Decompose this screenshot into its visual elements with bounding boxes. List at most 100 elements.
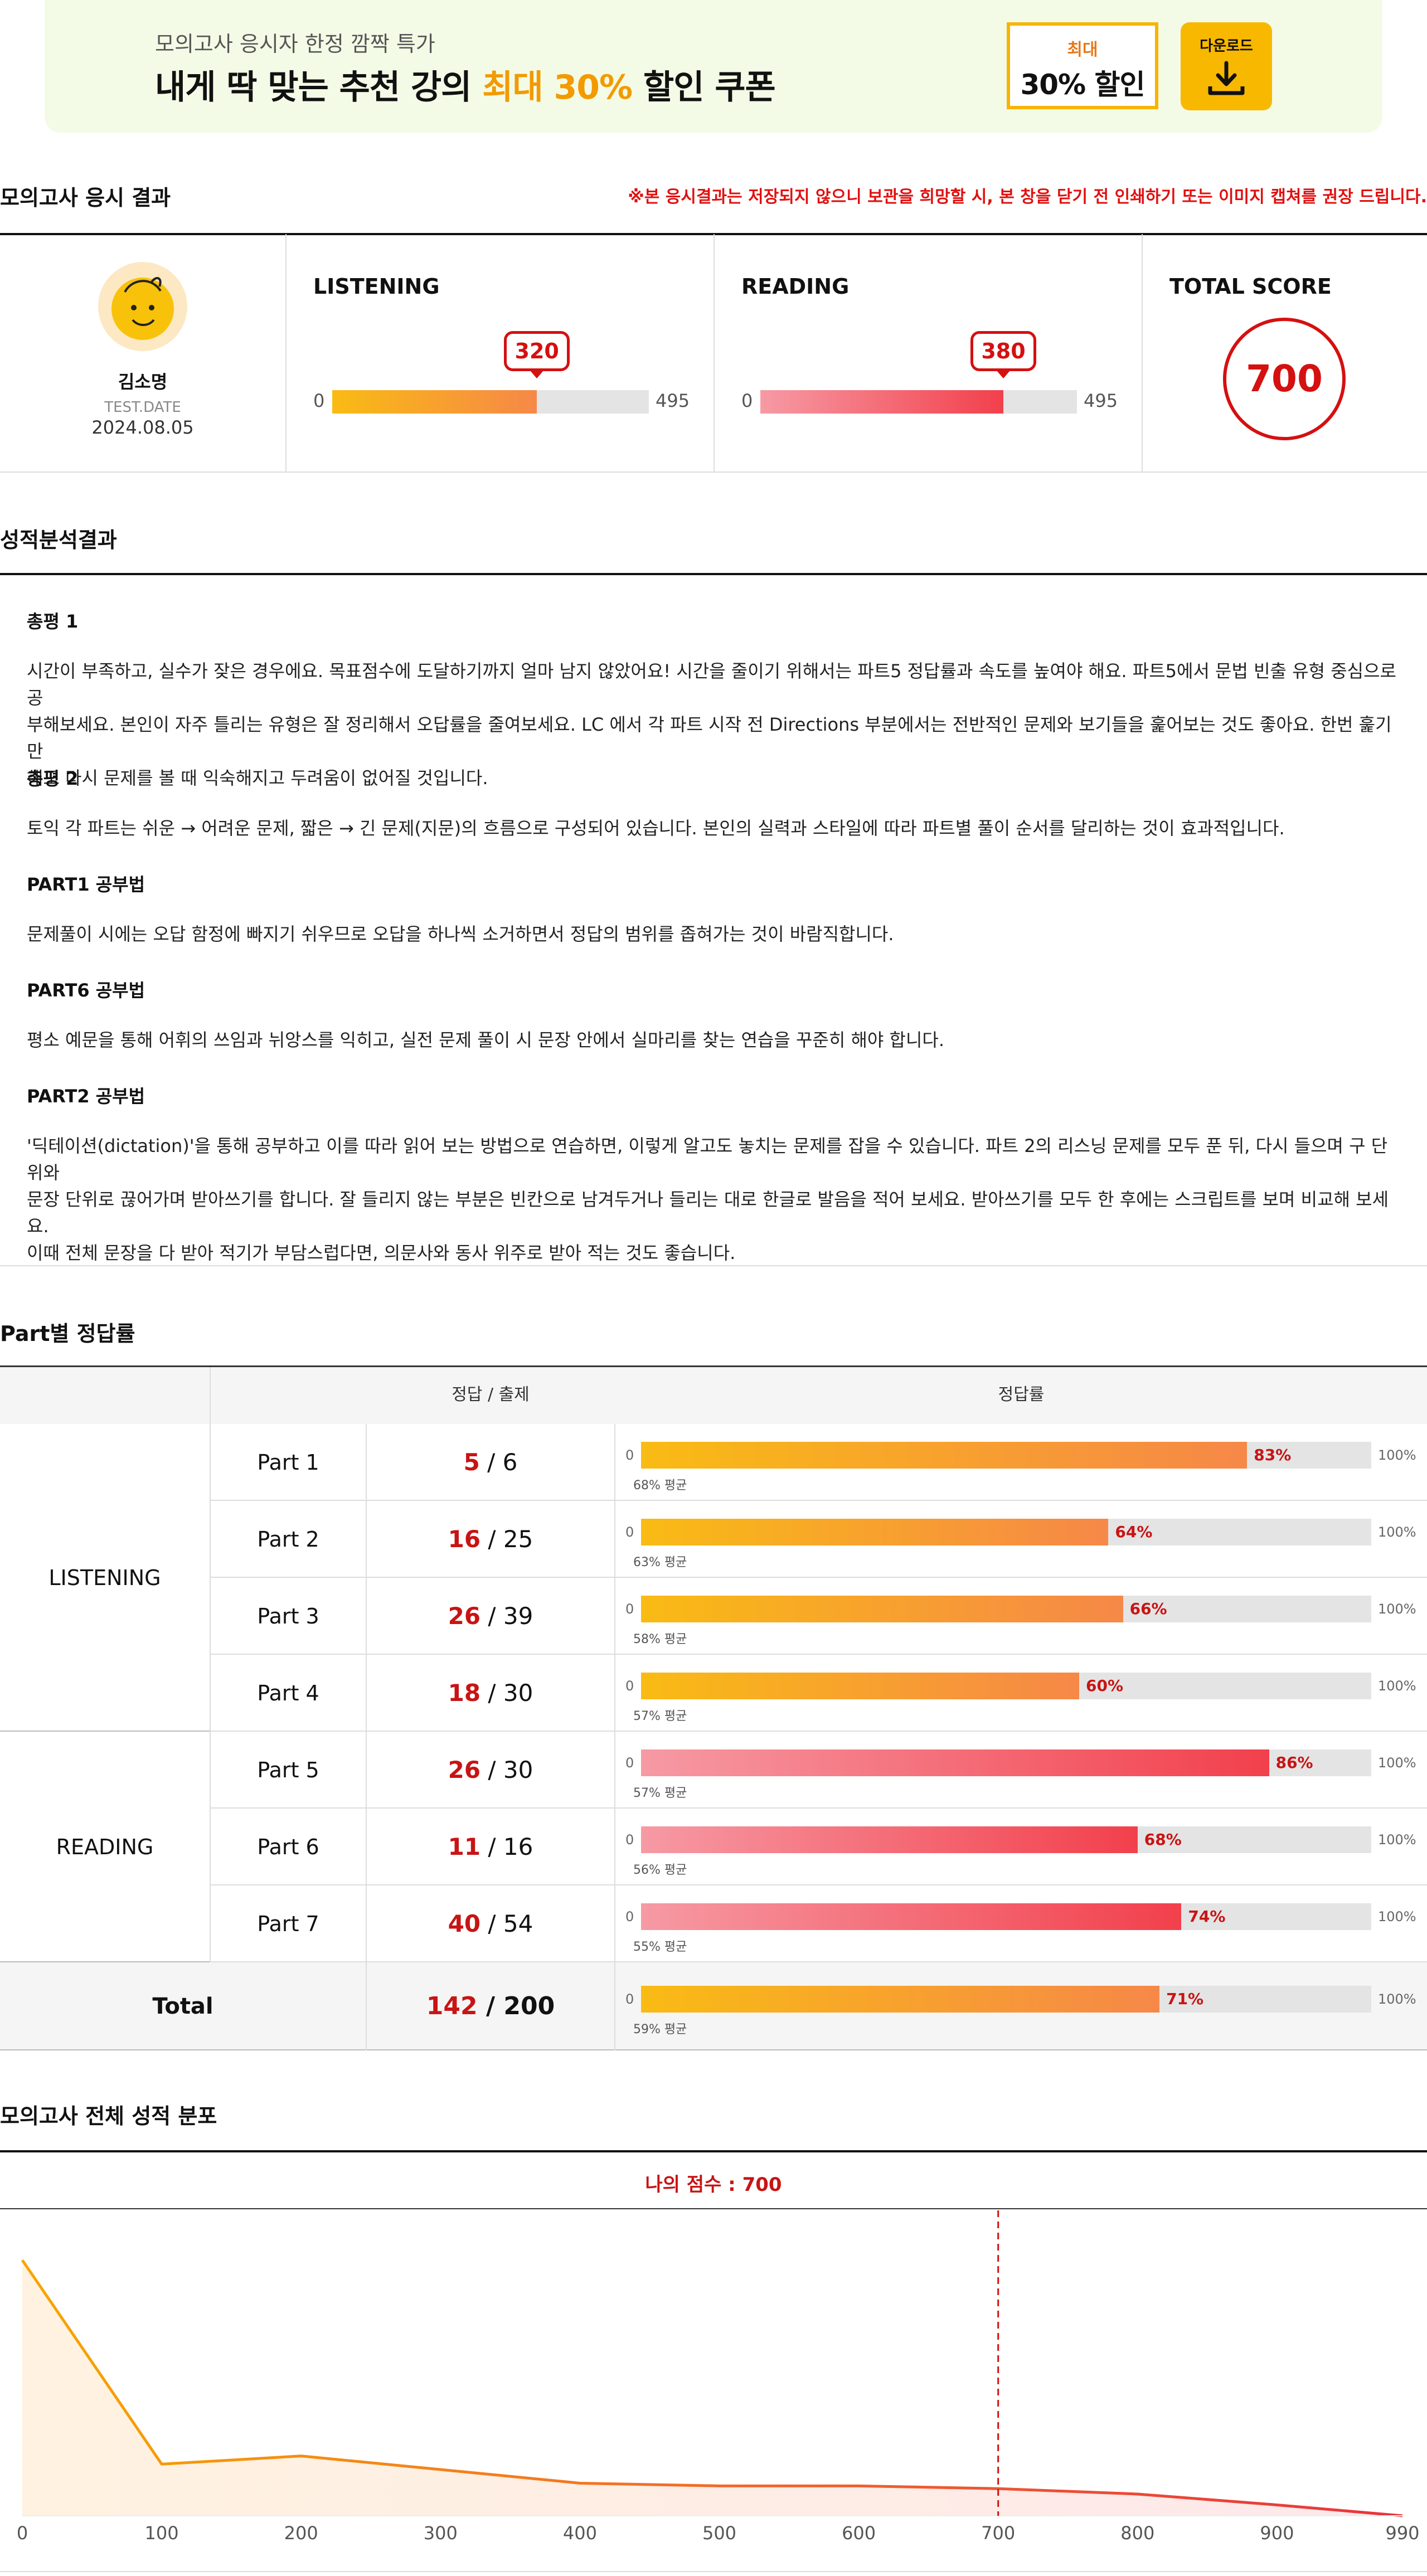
- download-button[interactable]: 다운로드: [1181, 22, 1272, 110]
- part-name: Part 7: [210, 1885, 366, 1962]
- rate-label: 74%: [1188, 1907, 1226, 1926]
- save-notice: ※본 응시결과는 저장되지 않으니 보관을 희망할 시, 본 창을 닫기 전 인…: [628, 187, 1427, 207]
- correct-count: 16 / 25: [366, 1501, 615, 1578]
- x-tick-label: 0: [17, 2522, 28, 2544]
- rate-bar-fill: [641, 1442, 1248, 1469]
- part-name: Part 2: [210, 1501, 366, 1578]
- my-score-label: 나의 점수 : 700: [645, 2174, 782, 2196]
- correct-count: 40 / 54: [366, 1885, 615, 1962]
- x-tick-label: 600: [842, 2522, 876, 2544]
- banner-title: 내게 딱 맞는 추천 강의 최대 30% 할인 쿠폰: [155, 68, 776, 107]
- result-title: 모의고사 응시 결과: [0, 186, 171, 210]
- distribution-area: [22, 2260, 1402, 2516]
- correct-count: 5 / 6: [366, 1424, 615, 1501]
- rate-label: 83%: [1254, 1446, 1292, 1464]
- analysis-heading: PART2 공부법: [27, 1086, 145, 1107]
- avatar: [98, 262, 187, 351]
- bar-min-label: 0: [625, 1447, 634, 1463]
- distribution-chart: 0 100 200 300 400 500 600 700 800 900 990: [0, 2210, 1427, 2572]
- bar-max-label: 100%: [1378, 1991, 1416, 2007]
- total-label: Total: [152, 1994, 213, 2019]
- banner-subtitle: 모의고사 응시자 한정 깜짝 특가: [155, 32, 435, 56]
- analysis-heading: PART6 공부법: [27, 980, 145, 1001]
- rate-bar-fill: [641, 1596, 1123, 1622]
- analysis-text: 평소 예문을 통해 어휘의 쓰임과 뉘앙스를 익히고, 실전 문제 풀이 시 문…: [27, 1029, 945, 1051]
- coupon-top-label: 최대: [1067, 40, 1098, 60]
- rate-label: 66%: [1129, 1600, 1167, 1618]
- correct-count: 26 / 39: [366, 1578, 615, 1655]
- listening-bar: [332, 390, 649, 414]
- x-tick-label: 900: [1260, 2522, 1294, 2544]
- listening-label: LISTENING: [313, 274, 440, 299]
- rate-bar: 66%: [641, 1596, 1371, 1622]
- analysis-text: 시간이 부족하고, 실수가 잦은 경우에요. 목표점수에 도달하기까지 얼마 남…: [27, 660, 1396, 789]
- x-tick-label: 990: [1385, 2522, 1419, 2544]
- download-label: 다운로드: [1200, 38, 1253, 55]
- rate-bar-fill: [641, 1826, 1138, 1853]
- part-name: Part 3: [210, 1578, 366, 1655]
- reading-group: READING: [0, 1732, 210, 1962]
- part-name: Part 5: [210, 1732, 366, 1809]
- x-tick-label: 200: [284, 2522, 318, 2544]
- bar-min-label: 0: [625, 1909, 634, 1924]
- rate-bar: 64%: [641, 1519, 1371, 1545]
- analysis-text: '딕테이션(dictation)'을 통해 공부하고 이를 따라 읽어 보는 방…: [27, 1135, 1389, 1263]
- divider: [285, 234, 287, 473]
- divider: [0, 2208, 1427, 2209]
- correct-count: 26 / 30: [366, 1732, 615, 1809]
- bar-max-label: 100%: [1378, 1832, 1416, 1848]
- parts-title: Part별 정답률: [0, 1321, 135, 1346]
- bar-max-label: 100%: [1378, 1524, 1416, 1540]
- reading-bar: [760, 390, 1077, 414]
- average-label: 57% 평균: [633, 1786, 687, 1800]
- avatar-face-icon: [111, 277, 174, 340]
- reading-bar-fill: [760, 390, 1004, 414]
- part-name: Part 1: [210, 1424, 366, 1501]
- bar-min-label: 0: [625, 1832, 634, 1848]
- average-label: 57% 평균: [633, 1709, 687, 1723]
- col-correct-header: 정답 / 출제: [452, 1385, 530, 1404]
- divider: [714, 234, 715, 473]
- bar-min-label: 0: [625, 1524, 634, 1540]
- rate-bar: 71%: [641, 1986, 1371, 2013]
- rate-bar-fill: [641, 1986, 1160, 2013]
- average-label: 63% 평균: [633, 1556, 687, 1569]
- divider: [0, 472, 1427, 473]
- total-score-label: TOTAL SCORE: [1169, 274, 1332, 299]
- total-score: 700: [1223, 318, 1346, 440]
- x-tick-label: 100: [145, 2522, 179, 2544]
- rate-bar: 74%: [641, 1903, 1371, 1930]
- rate-label: 86%: [1275, 1753, 1313, 1772]
- analysis-heading: 총평 2: [27, 768, 79, 789]
- test-date: 2024.08.05: [91, 417, 194, 438]
- bar-min-label: 0: [625, 1678, 634, 1694]
- x-tick-label: 500: [702, 2522, 736, 2544]
- download-icon: [1208, 61, 1245, 95]
- bar-min-label: 0: [625, 1755, 634, 1771]
- bar-max-label: 100%: [1378, 1678, 1416, 1694]
- analysis-heading: 총평 1: [27, 611, 79, 632]
- rate-label: 71%: [1166, 1990, 1204, 2008]
- average-label: 56% 평균: [633, 1863, 687, 1877]
- listening-score-bubble: 320: [504, 331, 570, 378]
- listening-bar-fill: [332, 390, 537, 414]
- bar-min-label: 0: [625, 1601, 634, 1617]
- rate-bar: 60%: [641, 1673, 1371, 1699]
- user-name: 김소명: [118, 371, 168, 392]
- average-label: 59% 평균: [633, 2023, 687, 2037]
- promo-banner[interactable]: 모의고사 응시자 한정 깜짝 특가 내게 딱 맞는 추천 강의 최대 30% 할…: [45, 0, 1382, 133]
- listening-group: LISTENING: [0, 1424, 210, 1732]
- reading-max: 495: [1084, 390, 1118, 411]
- total-correct-count: 142 / 200: [366, 1962, 615, 2050]
- rate-bar-fill: [641, 1749, 1269, 1776]
- bar-max-label: 100%: [1378, 1909, 1416, 1924]
- analysis-title: 성적분석결과: [0, 528, 117, 552]
- bar-min-label: 0: [625, 1991, 634, 2007]
- col-rate-header: 정답률: [998, 1385, 1045, 1404]
- rate-bar-fill: [641, 1519, 1109, 1545]
- analysis-text: 토익 각 파트는 쉬운 → 어려운 문제, 짧은 → 긴 문제(지문)의 흐름으…: [27, 818, 1285, 839]
- listening-max: 495: [656, 390, 690, 411]
- rate-bar: 86%: [641, 1749, 1371, 1776]
- distribution-title: 모의고사 전체 성적 분포: [0, 2104, 217, 2128]
- correct-count: 18 / 30: [366, 1655, 615, 1732]
